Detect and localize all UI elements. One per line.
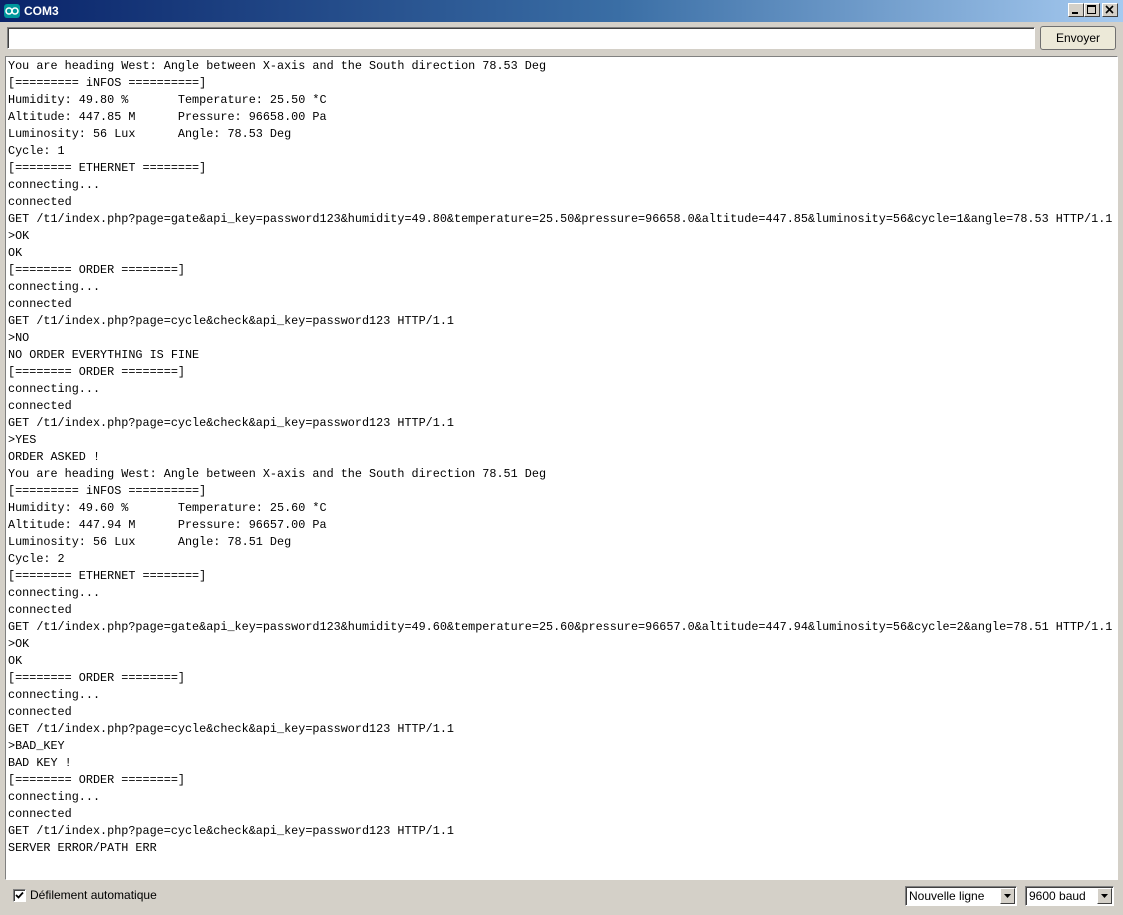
close-button[interactable] [1102, 3, 1118, 17]
output-line: GET /t1/index.php?page=cycle&check&api_k… [8, 824, 454, 838]
output-line: Luminosity: 56 Lux Angle: 78.51 Deg [8, 535, 292, 549]
output-line: connecting... [8, 790, 101, 804]
output-line: GET /t1/index.php?page=cycle&check&api_k… [8, 416, 454, 430]
output-line: connecting... [8, 178, 101, 192]
line-ending-dropdown-button[interactable] [1000, 888, 1015, 904]
maximize-icon [1087, 5, 1096, 14]
output-line: >BAD_KEY [8, 739, 65, 753]
checkmark-icon [15, 891, 24, 899]
output-line: Altitude: 447.85 M Pressure: 96658.00 Pa [8, 110, 327, 124]
status-bar: Défilement automatique Nouvelle ligne 96… [0, 880, 1123, 915]
serial-output-text: You are heading West: Angle between X-ax… [8, 58, 1112, 857]
window-title: COM3 [24, 4, 59, 18]
output-line: [======== ORDER ========] [8, 263, 185, 277]
output-line: OK [8, 654, 23, 668]
baud-rate-dropdown-button[interactable] [1097, 888, 1112, 904]
chevron-down-icon [1101, 894, 1108, 898]
send-input[interactable] [7, 27, 1035, 49]
output-line: Humidity: 49.80 % Temperature: 25.50 *C [8, 93, 327, 107]
line-ending-select[interactable]: Nouvelle ligne [905, 886, 1017, 906]
output-line: SERVER ERROR/PATH ERR [8, 841, 157, 855]
output-line: OK [8, 246, 23, 260]
output-line: connected [8, 195, 72, 209]
serial-output[interactable]: You are heading West: Angle between X-ax… [5, 56, 1118, 880]
line-ending-value: Nouvelle ligne [909, 889, 985, 903]
output-line: connected [8, 705, 72, 719]
output-line: >OK [8, 637, 30, 651]
baud-rate-select[interactable]: 9600 baud [1025, 886, 1114, 906]
output-line: Luminosity: 56 Lux Angle: 78.53 Deg [8, 127, 292, 141]
minimize-icon [1072, 12, 1078, 14]
output-line: You are heading West: Angle between X-ax… [8, 59, 547, 73]
output-line: GET /t1/index.php?page=gate&api_key=pass… [8, 620, 1113, 634]
output-line: Humidity: 49.60 % Temperature: 25.60 *C [8, 501, 327, 515]
output-line: [======== ORDER ========] [8, 365, 185, 379]
send-button[interactable]: Envoyer [1040, 26, 1116, 50]
output-line: Cycle: 2 [8, 552, 65, 566]
output-line: [======== ORDER ========] [8, 773, 185, 787]
output-line: [========= iNFOS ==========] [8, 484, 207, 498]
output-line: connecting... [8, 688, 101, 702]
output-line: connected [8, 807, 72, 821]
maximize-button[interactable] [1084, 3, 1100, 17]
autoscroll-label[interactable]: Défilement automatique [30, 888, 157, 903]
output-line: >NO [8, 331, 30, 345]
output-line: connected [8, 297, 72, 311]
autoscroll-checkbox[interactable] [13, 889, 26, 902]
close-icon [1105, 5, 1114, 14]
output-line: [======== ETHERNET ========] [8, 161, 207, 175]
output-line: GET /t1/index.php?page=cycle&check&api_k… [8, 314, 454, 328]
output-line: GET /t1/index.php?page=gate&api_key=pass… [8, 212, 1113, 226]
output-line: Altitude: 447.94 M Pressure: 96657.00 Pa [8, 518, 327, 532]
arduino-icon [4, 4, 20, 18]
output-line: >YES [8, 433, 37, 447]
output-line: You are heading West: Angle between X-ax… [8, 467, 547, 481]
output-line: NO ORDER EVERYTHING IS FINE [8, 348, 200, 362]
output-line: Cycle: 1 [8, 144, 65, 158]
minimize-button[interactable] [1068, 3, 1084, 17]
baud-rate-value: 9600 baud [1029, 889, 1086, 903]
title-bar[interactable]: COM3 [0, 0, 1123, 22]
output-line: >OK [8, 229, 30, 243]
output-line: connecting... [8, 280, 101, 294]
output-line: [========= iNFOS ==========] [8, 76, 207, 90]
output-line: [======== ETHERNET ========] [8, 569, 207, 583]
output-line: [======== ORDER ========] [8, 671, 185, 685]
output-line: connected [8, 399, 72, 413]
chevron-down-icon [1004, 894, 1011, 898]
output-line: connecting... [8, 586, 101, 600]
output-line: BAD KEY ! [8, 756, 72, 770]
output-line: ORDER ASKED ! [8, 450, 101, 464]
output-line: connecting... [8, 382, 101, 396]
output-line: connected [8, 603, 72, 617]
output-line: GET /t1/index.php?page=cycle&check&api_k… [8, 722, 454, 736]
